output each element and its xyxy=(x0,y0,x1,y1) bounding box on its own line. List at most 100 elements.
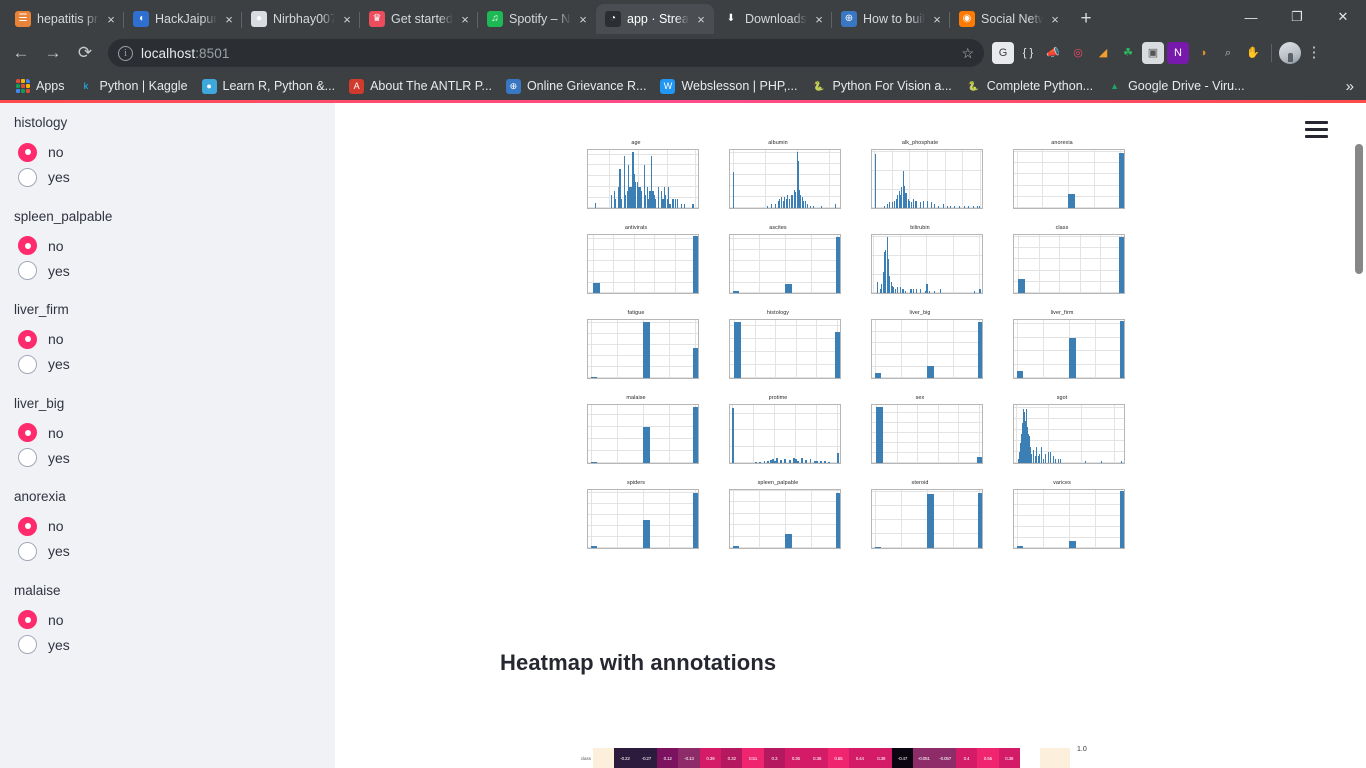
histogram-bar xyxy=(927,494,934,548)
radio-option-yes[interactable]: yes xyxy=(18,632,313,657)
radio-button-icon[interactable] xyxy=(18,423,37,443)
forward-button[interactable]: → xyxy=(38,38,68,68)
page-scrollbar[interactable] xyxy=(1352,100,1366,768)
tab-close-icon[interactable]: × xyxy=(577,13,589,26)
radio-button-icon[interactable] xyxy=(18,142,37,162)
evernote-extension-icon[interactable]: ☘ xyxy=(1117,42,1139,64)
histogram-bar xyxy=(828,462,831,463)
radio-button-icon[interactable] xyxy=(18,261,37,281)
radio-option-no[interactable]: no xyxy=(18,327,313,352)
browser-tab[interactable]: ♫ Spotify – N × xyxy=(477,4,596,34)
bookmark-item[interactable]: Apps xyxy=(8,77,72,96)
radio-button-icon[interactable] xyxy=(18,329,37,349)
histogram-bar xyxy=(946,206,948,208)
histogram-bar xyxy=(784,458,787,463)
histogram-bar xyxy=(977,321,982,378)
bookmark-item[interactable]: k Python | Kaggle xyxy=(72,77,195,96)
grammarly-extension-icon[interactable]: G xyxy=(992,42,1014,64)
tab-close-icon[interactable]: × xyxy=(813,13,825,26)
radio-option-yes[interactable]: yes xyxy=(18,165,313,190)
browser-tab[interactable]: ⊕ How to buil × xyxy=(831,4,950,34)
radio-option-no[interactable]: no xyxy=(18,607,313,632)
histogram-bar xyxy=(919,289,921,293)
histogram-subplot: albumin 02460510152025 xyxy=(707,140,849,225)
tab-close-icon[interactable]: × xyxy=(1049,13,1061,26)
heatmap-cell: -0.22 xyxy=(614,748,636,768)
histogram-bar xyxy=(615,199,617,208)
radio-button-icon[interactable] xyxy=(18,354,37,374)
orange-arrow-extension-icon[interactable]: ◢ xyxy=(1092,42,1114,64)
histogram-bar xyxy=(977,492,982,548)
histogram-bars xyxy=(1014,150,1124,208)
subplot-axes: 11.21.41.61.820255075100125 xyxy=(587,234,699,294)
bookmark-item[interactable]: 🐍 Complete Python... xyxy=(959,77,1100,96)
screenshot-extension-icon[interactable]: ▣ xyxy=(1142,42,1164,64)
histogram-bar xyxy=(1101,460,1102,463)
new-tab-button[interactable]: + xyxy=(1072,5,1100,33)
tab-close-icon[interactable]: × xyxy=(695,13,707,26)
onenote-extension-icon[interactable]: N xyxy=(1167,42,1189,64)
page-scrollbar-thumb[interactable] xyxy=(1355,144,1363,274)
tab-close-icon[interactable]: × xyxy=(105,13,117,26)
spiral-extension-icon[interactable]: ◎ xyxy=(1067,42,1089,64)
browser-tab[interactable]: ● Nirbhay007 × xyxy=(241,4,360,34)
radio-option-yes[interactable]: yes xyxy=(18,539,313,564)
bookmark-item[interactable]: W Webslesson | PHP,... xyxy=(653,77,804,96)
radio-button-icon[interactable] xyxy=(18,516,37,536)
radio-option-no[interactable]: no xyxy=(18,514,313,539)
histogram-bar xyxy=(893,200,895,208)
radio-button-icon[interactable] xyxy=(18,610,37,630)
bookmark-star-icon[interactable]: ☆ xyxy=(961,45,974,62)
bookmark-item[interactable]: A About The ANTLR P... xyxy=(342,77,499,96)
tab-close-icon[interactable]: × xyxy=(341,13,353,26)
radio-button-icon[interactable] xyxy=(18,167,37,187)
bookmark-item[interactable]: ● Learn R, Python &... xyxy=(195,77,343,96)
radio-option-yes[interactable]: yes xyxy=(18,258,313,283)
radio-button-icon[interactable] xyxy=(18,541,37,561)
browser-tab[interactable]: ◉ Social Netw × xyxy=(949,4,1068,34)
browser-tab[interactable]: ⬇ Downloads × xyxy=(714,4,832,34)
radio-option-no[interactable]: no xyxy=(18,233,313,258)
bookmark-item[interactable]: 🐍 Python For Vision a... xyxy=(804,77,958,96)
radio-button-icon[interactable] xyxy=(18,635,37,655)
maximize-button[interactable]: ❐ xyxy=(1274,0,1320,34)
bookmark-item[interactable]: ▲ Google Drive - Viru... xyxy=(1100,77,1251,96)
bookmarks-overflow-button[interactable]: » xyxy=(1346,78,1358,95)
histogram-subplot: liver_big 00.511.520255075100125 xyxy=(849,310,991,395)
hamburger-menu-icon[interactable] xyxy=(1305,121,1328,138)
subplot-title: spleen_palpable xyxy=(757,480,799,486)
owl-extension-icon[interactable]: ◑ xyxy=(1192,42,1214,64)
browser-tab[interactable]: ☰ hepatitis pr × xyxy=(6,4,124,34)
bookmark-item[interactable]: ⊕ Online Grievance R... xyxy=(499,77,654,96)
profile-avatar[interactable] xyxy=(1279,42,1301,64)
adblock-extension-icon[interactable]: ✋ xyxy=(1242,42,1264,64)
close-window-button[interactable]: ✕ xyxy=(1320,0,1366,34)
bulb-extension-icon[interactable]: ⌕ xyxy=(1217,42,1239,64)
radio-button-icon[interactable] xyxy=(18,448,37,468)
tab-close-icon[interactable]: × xyxy=(223,13,235,26)
back-button[interactable]: ← xyxy=(6,38,36,68)
heatmap-heading: Heatmap with annotations xyxy=(500,650,777,675)
browser-tab[interactable]: ◖ HackJaipur × xyxy=(123,4,242,34)
heatmap-cell: 0.4 xyxy=(955,748,978,768)
radio-button-icon[interactable] xyxy=(18,236,37,256)
radio-option-yes[interactable]: yes xyxy=(18,445,313,470)
radio-option-no[interactable]: no xyxy=(18,420,313,445)
browser-tab[interactable]: ♛ Get started × xyxy=(359,4,478,34)
reload-button[interactable]: ⟳ xyxy=(70,38,100,68)
radio-label: yes xyxy=(48,262,70,279)
browser-tab[interactable]: ◔ app · Stream × xyxy=(596,4,714,34)
histogram-bars xyxy=(730,490,840,548)
tab-close-icon[interactable]: × xyxy=(459,13,471,26)
site-info-icon[interactable]: i xyxy=(118,45,133,61)
address-bar[interactable]: i localhost:8501 ☆ xyxy=(108,39,984,67)
histogram-bar xyxy=(886,204,888,208)
radio-option-no[interactable]: no xyxy=(18,140,313,165)
tab-close-icon[interactable]: × xyxy=(931,13,943,26)
json-viewer-extension-icon[interactable]: { } xyxy=(1017,42,1039,64)
browser-menu-button[interactable]: ⋮ xyxy=(1303,45,1325,60)
megaphone-extension-icon[interactable]: 📣 xyxy=(1042,42,1064,64)
minimize-button[interactable]: — xyxy=(1228,0,1274,34)
radio-option-yes[interactable]: yes xyxy=(18,352,313,377)
histogram-bar xyxy=(693,406,698,463)
